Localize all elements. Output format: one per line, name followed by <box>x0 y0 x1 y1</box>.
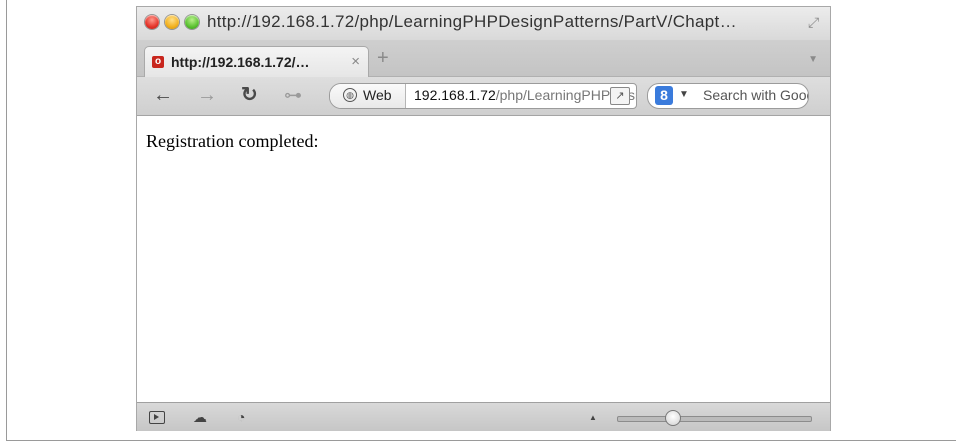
web-scope-button[interactable]: ◍ Web <box>330 84 406 108</box>
tab-menu-chevron-icon[interactable]: ▼ <box>808 54 818 65</box>
tab-close-icon[interactable]: × <box>351 53 360 70</box>
title-bar[interactable]: http://192.168.1.72/php/LearningPHPDesig… <box>137 7 830 40</box>
reload-icon[interactable]: ↻ <box>241 84 258 106</box>
address-bar[interactable]: ◍ Web 192.168.1.72/php/LearningPHPDesign… <box>329 83 637 109</box>
status-bar: ☁ ◔ ▲ <box>137 402 830 431</box>
window-title: http://192.168.1.72/php/LearningPHPDesig… <box>207 12 737 31</box>
web-label: Web <box>363 87 392 103</box>
back-arrow-icon[interactable]: ← <box>153 84 173 106</box>
search-field[interactable]: 8 ▼ Search with Google <box>647 83 809 109</box>
navigation-toolbar: ← → ↻ ⊶ ◍ Web 192.168.1.72/php/LearningP… <box>137 77 830 116</box>
fullscreen-icon[interactable]: ⤢ <box>808 15 822 29</box>
url-text[interactable]: 192.168.1.72/php/LearningPHPDesignPatter… <box>414 87 636 103</box>
url-host: 192.168.1.72 <box>414 87 496 103</box>
page-content: Registration completed: <box>137 116 830 401</box>
globe-icon: ◍ <box>343 88 357 102</box>
registration-message: Registration completed: <box>146 131 319 151</box>
key-icon[interactable]: ⊶ <box>284 84 302 106</box>
close-window-button[interactable] <box>145 15 159 29</box>
sidebar-toggle-icon[interactable] <box>149 411 165 424</box>
tab-label: http://192.168.1.72/… <box>171 54 310 70</box>
page-border-left <box>6 0 7 441</box>
zoom-out-icon[interactable]: ▲ <box>589 413 597 422</box>
search-placeholder: Search with Google <box>703 87 808 103</box>
new-tab-button[interactable]: + <box>377 48 389 68</box>
favicon-icon: o <box>152 56 164 68</box>
zoom-window-button[interactable] <box>185 15 199 29</box>
tab-bar: o http://192.168.1.72/… × + ▼ <box>137 40 830 77</box>
zoom-slider[interactable] <box>617 410 812 426</box>
gauge-icon[interactable]: ◔ <box>237 409 245 425</box>
google-search-icon: 8 <box>655 86 673 105</box>
forward-arrow-icon[interactable]: → <box>197 84 217 106</box>
tab-active[interactable]: o http://192.168.1.72/… × <box>144 46 369 77</box>
browser-window: http://192.168.1.72/php/LearningPHPDesig… <box>137 7 830 431</box>
share-icon[interactable]: ↗ <box>610 87 630 105</box>
chevron-down-icon[interactable]: ▼ <box>679 89 689 100</box>
minimize-window-button[interactable] <box>165 15 179 29</box>
cloud-icon[interactable]: ☁ <box>193 409 207 425</box>
zoom-slider-thumb[interactable] <box>665 410 682 426</box>
